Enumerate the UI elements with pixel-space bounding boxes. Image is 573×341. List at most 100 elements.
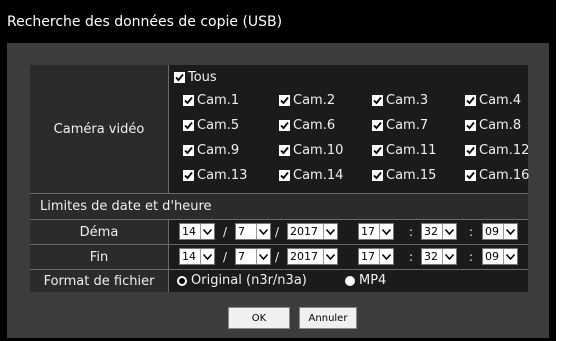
checkbox-cam-label: Cam.11 <box>386 142 437 158</box>
checkbox-checked-icon <box>465 94 476 106</box>
radio-unselected-icon <box>345 275 355 286</box>
chevron-down-icon <box>442 224 456 239</box>
checkbox-checked-icon <box>279 119 290 131</box>
checkbox-cam-1[interactable]: Cam.1 <box>183 92 239 108</box>
chevron-down-icon <box>200 224 214 239</box>
checkbox-cam-7[interactable]: Cam.7 <box>372 117 428 133</box>
checkbox-cam-8[interactable]: Cam.8 <box>465 117 521 133</box>
start-hour-select[interactable]: 17 <box>358 223 394 240</box>
limits-label: Limites de date et d'heure <box>30 194 528 219</box>
checkbox-checked-icon <box>174 71 185 83</box>
checkbox-cam-16[interactable]: Cam.16 <box>465 167 529 183</box>
checkbox-cam-3[interactable]: Cam.3 <box>372 92 428 108</box>
checkbox-checked-icon <box>372 119 383 131</box>
chevron-down-icon <box>503 249 517 264</box>
checkbox-cam-12[interactable]: Cam.12 <box>465 142 529 158</box>
checkbox-cam-label: Cam.9 <box>197 142 240 158</box>
date-separator: / <box>223 250 228 264</box>
checkbox-cam-2[interactable]: Cam.2 <box>279 92 335 108</box>
start-second-select[interactable]: 09 <box>482 223 518 240</box>
checkbox-checked-icon <box>372 144 383 156</box>
chevron-down-icon <box>200 249 214 264</box>
checkbox-cam-label: Cam.8 <box>479 117 522 133</box>
checkbox-all-label: Tous <box>188 69 217 85</box>
checkbox-cam-label: Cam.2 <box>293 92 336 108</box>
format-options: Original (n3r/n3a) MP4 <box>169 270 528 292</box>
checkbox-cam-14[interactable]: Cam.14 <box>279 167 343 183</box>
camera-row: Caméra vidéo Tous Cam.1 Cam.2 Cam.3 Cam.4 Ca… <box>30 65 529 194</box>
end-datetime: 14 / 7 / 2017 17 : 32 : 09 <box>169 245 528 269</box>
checkbox-cam-11[interactable]: Cam.11 <box>372 142 436 158</box>
chevron-down-icon <box>323 249 337 264</box>
checkbox-cam-13[interactable]: Cam.13 <box>183 167 247 183</box>
time-separator: : <box>409 225 414 239</box>
start-row: Déma 14 / 7 / 2017 17 : 32 : 09 <box>30 220 528 245</box>
date-separator: / <box>275 225 280 239</box>
checkbox-checked-icon <box>183 169 194 181</box>
checkbox-cam-label: Cam.13 <box>197 167 248 183</box>
checkbox-cam-label: Cam.15 <box>386 167 437 183</box>
chevron-down-icon <box>503 224 517 239</box>
dialog-title: Recherche des données de copie (USB) <box>7 14 283 30</box>
end-month-select[interactable]: 7 <box>235 248 271 265</box>
checkbox-checked-icon <box>372 94 383 106</box>
radio-original[interactable]: Original (n3r/n3a) <box>177 273 307 288</box>
cancel-button[interactable]: Annuler <box>299 307 357 329</box>
ok-button[interactable]: OK <box>228 307 290 329</box>
chevron-down-icon <box>323 224 337 239</box>
checkbox-checked-icon <box>279 94 290 106</box>
checkbox-checked-icon <box>183 119 194 131</box>
checkbox-checked-icon <box>279 169 290 181</box>
start-year-select[interactable]: 2017 <box>287 223 338 240</box>
chevron-down-icon <box>379 224 393 239</box>
radio-mp4[interactable]: MP4 <box>345 273 386 288</box>
end-hour-select[interactable]: 17 <box>358 248 394 265</box>
chevron-down-icon <box>256 249 270 264</box>
radio-original-label: Original (n3r/n3a) <box>191 273 307 288</box>
radio-selected-icon <box>177 275 187 286</box>
checkbox-cam-label: Cam.1 <box>197 92 240 108</box>
end-row: Fin 14 / 7 / 2017 17 : 32 : 09 <box>30 245 528 270</box>
start-day-select[interactable]: 14 <box>179 223 215 240</box>
end-minute-select[interactable]: 32 <box>421 248 457 265</box>
checkbox-checked-icon <box>279 144 290 156</box>
checkbox-checked-icon <box>183 144 194 156</box>
checkbox-checked-icon <box>465 144 476 156</box>
end-year-select[interactable]: 2017 <box>287 248 338 265</box>
checkbox-cam-10[interactable]: Cam.10 <box>279 142 343 158</box>
checkbox-checked-icon <box>372 169 383 181</box>
camera-checkboxes: Tous Cam.1 Cam.2 Cam.3 Cam.4 Cam.5 Cam.6 Cam.7… <box>169 65 529 193</box>
checkbox-cam-label: Cam.12 <box>479 142 530 158</box>
checkbox-cam-label: Cam.5 <box>197 117 240 133</box>
checkbox-checked-icon <box>465 119 476 131</box>
start-datetime: 14 / 7 / 2017 17 : 32 : 09 <box>169 220 528 244</box>
search-form: Caméra vidéo Tous Cam.1 Cam.2 Cam.3 Cam.4 Ca… <box>30 65 529 292</box>
chevron-down-icon <box>379 249 393 264</box>
time-separator: : <box>409 250 414 264</box>
checkbox-cam-label: Cam.10 <box>293 142 344 158</box>
checkbox-cam-5[interactable]: Cam.5 <box>183 117 239 133</box>
checkbox-cam-4[interactable]: Cam.4 <box>465 92 521 108</box>
checkbox-cam-label: Cam.3 <box>386 92 429 108</box>
camera-label: Caméra vidéo <box>30 65 169 193</box>
checkbox-cam-label: Cam.4 <box>479 92 522 108</box>
end-second-select[interactable]: 09 <box>482 248 518 265</box>
checkbox-cam-6[interactable]: Cam.6 <box>279 117 335 133</box>
checkbox-all[interactable]: Tous <box>174 69 217 85</box>
start-month-select[interactable]: 7 <box>235 223 271 240</box>
start-minute-select[interactable]: 32 <box>421 223 457 240</box>
copy-data-search-dialog: Recherche des données de copie (USB) Cam… <box>0 0 556 341</box>
chevron-down-icon <box>442 249 456 264</box>
checkbox-cam-label: Cam.7 <box>386 117 429 133</box>
checkbox-cam-label: Cam.14 <box>293 167 344 183</box>
end-day-select[interactable]: 14 <box>179 248 215 265</box>
checkbox-cam-9[interactable]: Cam.9 <box>183 142 239 158</box>
format-label: Format de fichier <box>30 270 169 292</box>
time-separator: : <box>469 225 474 239</box>
checkbox-cam-label: Cam.16 <box>479 167 530 183</box>
search-panel: Caméra vidéo Tous Cam.1 Cam.2 Cam.3 Cam.4 Ca… <box>7 43 549 338</box>
date-separator: / <box>275 250 280 264</box>
checkbox-cam-label: Cam.6 <box>293 117 336 133</box>
checkbox-cam-15[interactable]: Cam.15 <box>372 167 436 183</box>
date-separator: / <box>223 225 228 239</box>
